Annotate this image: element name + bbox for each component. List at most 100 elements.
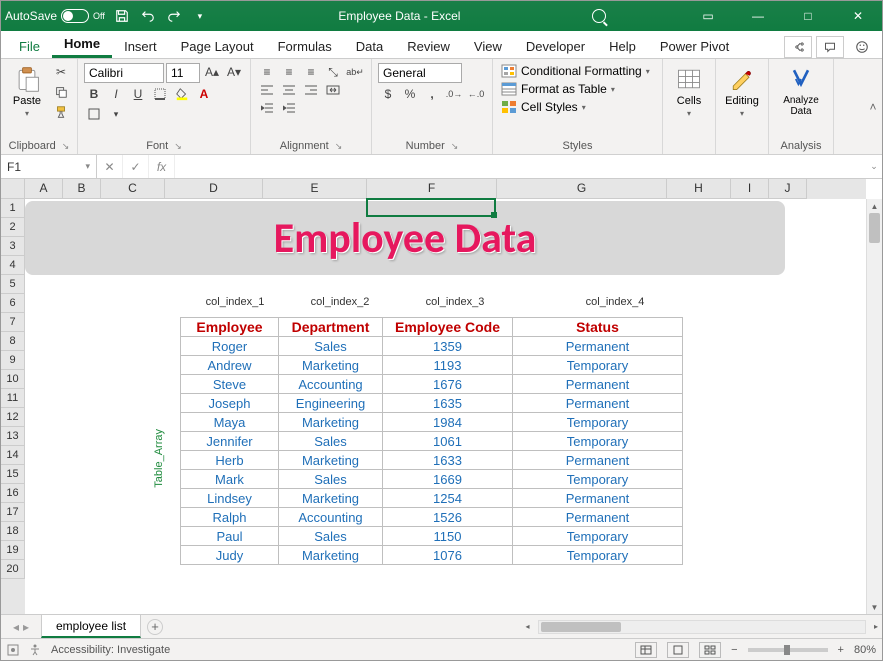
conditional-formatting-button[interactable]: Conditional Formatting▾: [499, 63, 652, 79]
table-cell[interactable]: Joseph: [181, 394, 279, 413]
table-cell[interactable]: Marketing: [279, 413, 383, 432]
table-cell[interactable]: 1635: [383, 394, 513, 413]
table-cell[interactable]: Accounting: [279, 508, 383, 527]
table-cell[interactable]: Marketing: [279, 489, 383, 508]
sheet-nav[interactable]: ◂▸: [1, 615, 41, 638]
formula-input[interactable]: [175, 155, 866, 178]
decrease-decimal-icon[interactable]: ←.0: [466, 85, 486, 103]
horizontal-scrollbar[interactable]: ◂ ▸: [522, 615, 882, 638]
table-cell[interactable]: 1526: [383, 508, 513, 527]
table-cell[interactable]: Maya: [181, 413, 279, 432]
analyze-data-button[interactable]: Analyze Data: [775, 63, 827, 127]
table-cell[interactable]: Temporary: [513, 432, 683, 451]
tab-file[interactable]: File: [7, 35, 52, 58]
font-color-icon[interactable]: A: [194, 85, 214, 103]
table-row[interactable]: AndrewMarketing1193Temporary: [181, 356, 683, 375]
align-right-icon[interactable]: [301, 81, 321, 99]
tab-data[interactable]: Data: [344, 35, 395, 58]
table-cell[interactable]: 1061: [383, 432, 513, 451]
minimize-button[interactable]: —: [738, 2, 778, 30]
enter-formula-icon[interactable]: ✓: [123, 155, 149, 178]
launcher-icon[interactable]: ↘: [451, 141, 459, 152]
tab-developer[interactable]: Developer: [514, 35, 597, 58]
row-header-14[interactable]: 14: [1, 446, 25, 465]
table-cell[interactable]: Marketing: [279, 451, 383, 470]
row-header-2[interactable]: 2: [1, 218, 25, 237]
table-cell[interactable]: Permanent: [513, 489, 683, 508]
save-icon[interactable]: [113, 7, 131, 25]
cell-styles-button[interactable]: Cell Styles▾: [499, 99, 652, 115]
row-header-8[interactable]: 8: [1, 332, 25, 351]
comments-icon[interactable]: [816, 36, 844, 58]
table-cell[interactable]: 1669: [383, 470, 513, 489]
table-row[interactable]: MayaMarketing1984Temporary: [181, 413, 683, 432]
comma-icon[interactable]: ,: [422, 85, 442, 103]
table-row[interactable]: RogerSales1359Permanent: [181, 337, 683, 356]
decrease-font-icon[interactable]: A▾: [224, 63, 244, 81]
maximize-button[interactable]: □: [788, 2, 828, 30]
redo-icon[interactable]: [165, 7, 183, 25]
sheet-tab-active[interactable]: employee list: [41, 615, 141, 638]
tab-help[interactable]: Help: [597, 35, 648, 58]
ribbon-display-icon[interactable]: ▭: [688, 2, 728, 30]
table-row[interactable]: JudyMarketing1076Temporary: [181, 546, 683, 565]
macro-record-icon[interactable]: [7, 644, 19, 656]
table-row[interactable]: PaulSales1150Temporary: [181, 527, 683, 546]
align-left-icon[interactable]: [257, 81, 277, 99]
row-header-7[interactable]: 7: [1, 313, 25, 332]
borders-dropdown-icon[interactable]: [84, 105, 104, 123]
accessibility-status[interactable]: Accessibility: Investigate: [51, 644, 170, 656]
table-cell[interactable]: Paul: [181, 527, 279, 546]
table-cell[interactable]: 1676: [383, 375, 513, 394]
col-header-F[interactable]: F: [367, 179, 497, 199]
scrollbar-thumb[interactable]: [541, 622, 621, 632]
tab-home[interactable]: Home: [52, 32, 112, 58]
font-name-input[interactable]: [84, 63, 164, 83]
table-cell[interactable]: Roger: [181, 337, 279, 356]
table-row[interactable]: JenniferSales1061Temporary: [181, 432, 683, 451]
underline-button[interactable]: U: [128, 85, 148, 103]
table-row[interactable]: JosephEngineering1635Permanent: [181, 394, 683, 413]
table-cell[interactable]: Andrew: [181, 356, 279, 375]
col-header-I[interactable]: I: [731, 179, 769, 199]
zoom-slider[interactable]: [748, 648, 828, 652]
table-row[interactable]: LindseyMarketing1254Permanent: [181, 489, 683, 508]
row-header-4[interactable]: 4: [1, 256, 25, 275]
table-cell[interactable]: Sales: [279, 337, 383, 356]
table-cell[interactable]: Temporary: [513, 527, 683, 546]
table-cell[interactable]: Steve: [181, 375, 279, 394]
table-cell[interactable]: Permanent: [513, 375, 683, 394]
collapse-ribbon-icon[interactable]: ˄: [864, 59, 882, 154]
wrap-text-icon[interactable]: ab↵: [345, 63, 365, 81]
table-cell[interactable]: Permanent: [513, 508, 683, 527]
col-header-C[interactable]: C: [101, 179, 165, 199]
table-row[interactable]: MarkSales1669Temporary: [181, 470, 683, 489]
table-cell[interactable]: Marketing: [279, 356, 383, 375]
col-header-H[interactable]: H: [667, 179, 731, 199]
tab-view[interactable]: View: [462, 35, 514, 58]
format-as-table-button[interactable]: Format as Table▾: [499, 81, 652, 97]
row-header-17[interactable]: 17: [1, 503, 25, 522]
normal-view-icon[interactable]: [635, 642, 657, 658]
table-cell[interactable]: 1193: [383, 356, 513, 375]
tab-review[interactable]: Review: [395, 35, 462, 58]
increase-decimal-icon[interactable]: .0→: [444, 85, 464, 103]
row-header-10[interactable]: 10: [1, 370, 25, 389]
undo-icon[interactable]: [139, 7, 157, 25]
col-header-G[interactable]: G: [497, 179, 667, 199]
border-icon[interactable]: [150, 85, 170, 103]
table-cell[interactable]: Temporary: [513, 413, 683, 432]
table-row[interactable]: HerbMarketing1633Permanent: [181, 451, 683, 470]
tab-power-pivot[interactable]: Power Pivot: [648, 35, 741, 58]
chevron-down-icon[interactable]: ▾: [106, 105, 126, 123]
zoom-out-button[interactable]: −: [731, 644, 737, 656]
smiley-icon[interactable]: [848, 36, 876, 58]
col-header-B[interactable]: B: [63, 179, 101, 199]
share-icon[interactable]: [784, 36, 812, 58]
row-header-18[interactable]: 18: [1, 522, 25, 541]
scroll-up-icon[interactable]: ▲: [867, 199, 882, 213]
column-headers[interactable]: ABCDEFGHIJ: [25, 179, 866, 199]
table-cell[interactable]: Sales: [279, 470, 383, 489]
table-cell[interactable]: Temporary: [513, 356, 683, 375]
paste-button[interactable]: Paste ▾: [7, 63, 47, 127]
